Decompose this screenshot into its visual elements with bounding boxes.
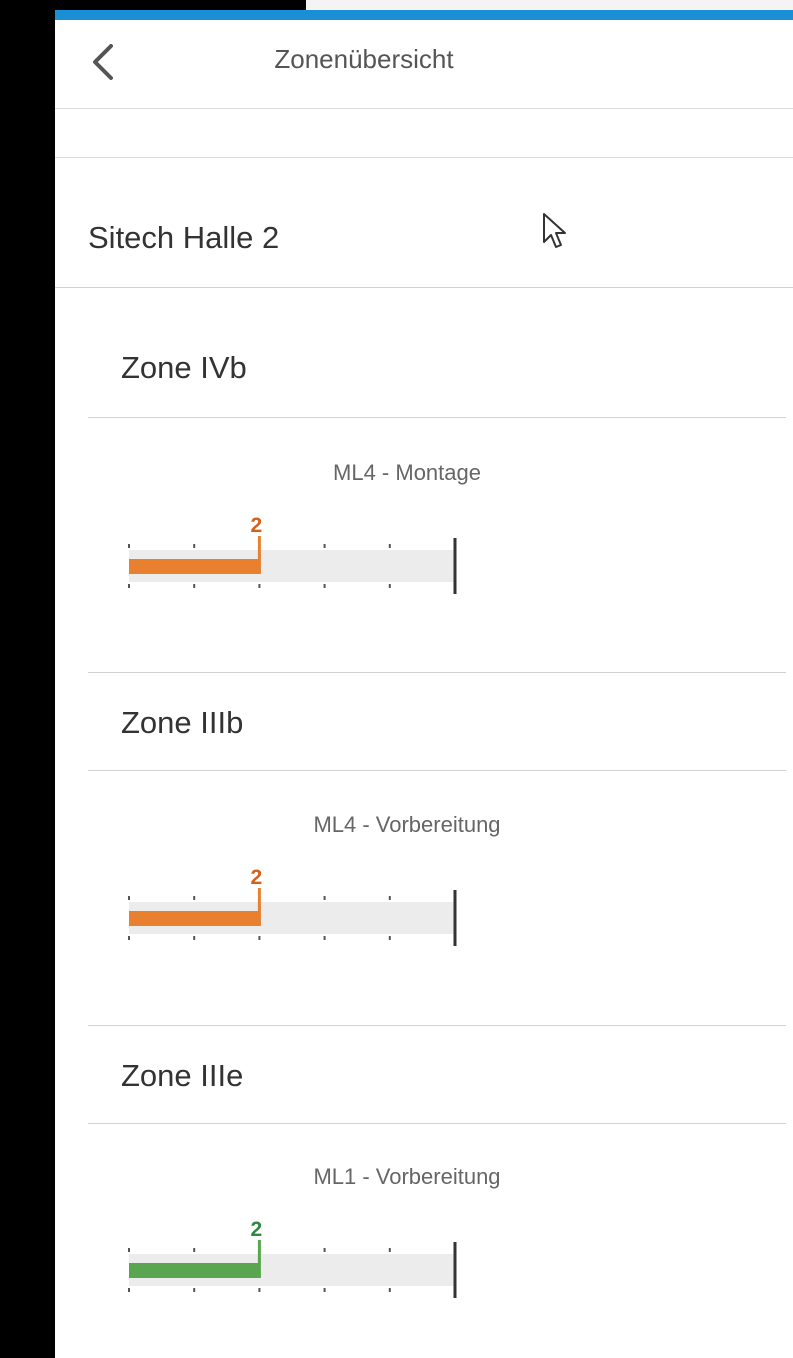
gauge-value-label: 2 xyxy=(251,514,263,537)
divider xyxy=(88,417,786,418)
gauge-value-label: 2 xyxy=(251,866,263,889)
divider xyxy=(88,672,786,673)
zone-title: Zone IIIb xyxy=(121,705,244,740)
zone-title: Zone IIIe xyxy=(121,1058,244,1093)
gauge-value-bar xyxy=(129,559,260,574)
gauge-label: ML4 - Vorbereitung xyxy=(313,812,501,837)
gauge-value-bar xyxy=(129,911,260,926)
page-title: Zonenübersicht xyxy=(274,44,454,74)
mouse-cursor-icon xyxy=(543,213,566,248)
gauge: 25 xyxy=(128,514,457,594)
divider xyxy=(55,157,793,158)
gauge-label: ML1 - Vorbereitung xyxy=(313,1164,501,1189)
divider xyxy=(88,1025,786,1026)
gauge-label: ML4 - Montage xyxy=(333,460,481,485)
gauge: 25 xyxy=(128,1218,457,1298)
site-name: Sitech Halle 2 xyxy=(88,220,280,255)
gauge-value-bar xyxy=(129,1263,260,1278)
divider xyxy=(55,287,793,288)
zone-title: Zone IVb xyxy=(121,350,247,385)
app-panel: Zonenübersicht Sitech Halle 2 Zone IVb M… xyxy=(55,20,793,1358)
divider xyxy=(88,770,786,771)
header: Zonenübersicht xyxy=(55,20,793,109)
gauge-value-label: 2 xyxy=(251,1218,263,1241)
gauge: 25 xyxy=(128,866,457,946)
divider xyxy=(88,1123,786,1124)
window-frame-light xyxy=(306,0,793,10)
accent-bar xyxy=(55,10,793,20)
